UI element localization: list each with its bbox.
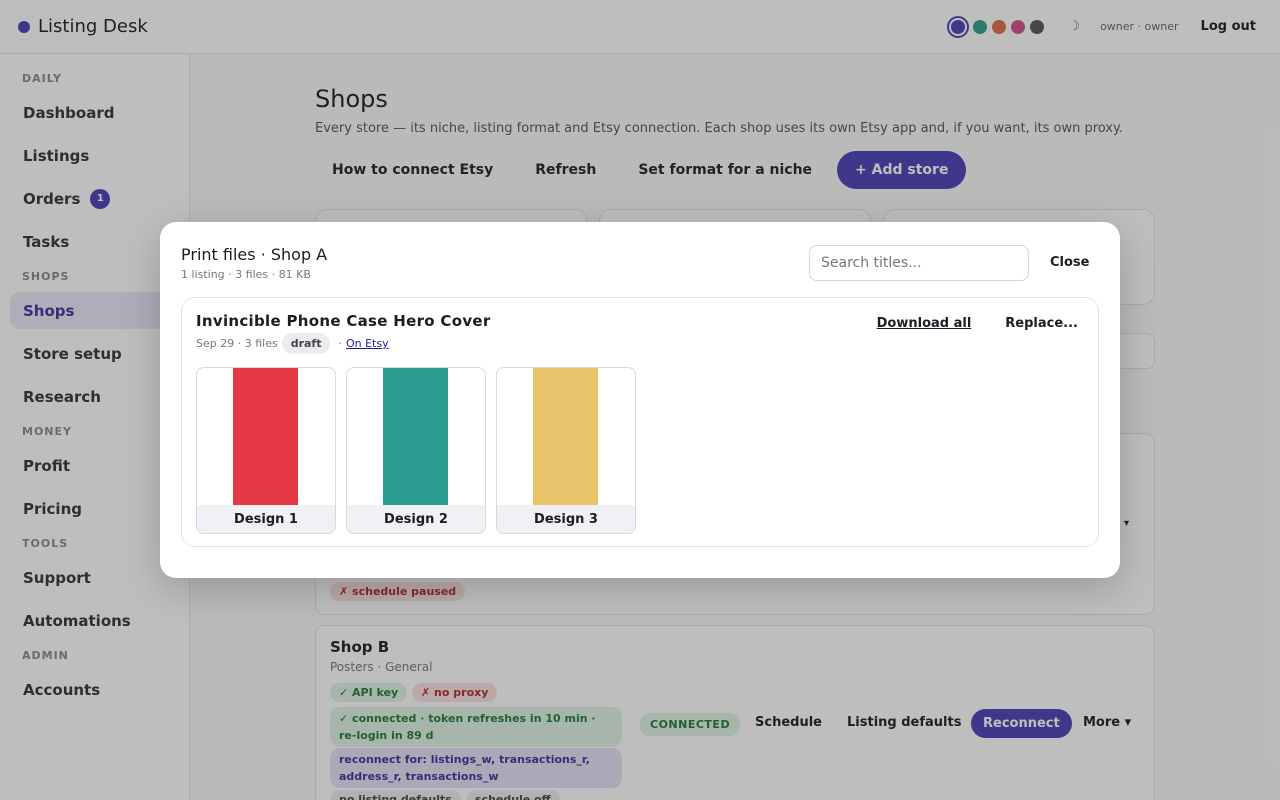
design-thumbnail[interactable]: Design 1 [196, 367, 336, 534]
design-thumbnail[interactable]: Design 3 [496, 367, 636, 534]
print-files-modal: Print files · Shop A 1 listing · 3 files… [160, 222, 1120, 578]
status-badge: draft [281, 333, 331, 354]
design-preview [233, 368, 298, 506]
listing-meta: Sep 29 · 3 files draft · On Etsy [196, 333, 389, 354]
design-thumbnail[interactable]: Design 2 [346, 367, 486, 534]
design-label: Design 1 [197, 505, 335, 533]
listing-card: Invincible Phone Case Hero Cover Sep 29 … [181, 297, 1099, 547]
design-label: Design 2 [347, 505, 485, 533]
design-preview [383, 368, 448, 506]
listing-actions: Download all Replace... [877, 316, 1078, 331]
meta-separator: · [338, 337, 342, 350]
design-preview [533, 368, 598, 506]
modal-subtitle: 1 listing · 3 files · 81 KB [181, 268, 311, 281]
close-button[interactable]: Close [1038, 252, 1101, 273]
modal-title: Print files · Shop A [181, 245, 328, 264]
on-etsy-link[interactable]: On Etsy [346, 337, 389, 350]
design-label: Design 3 [497, 505, 635, 533]
design-thumbnails: Design 1 Design 2 Design 3 [196, 367, 636, 534]
listing-date-files: Sep 29 · 3 files [196, 337, 278, 350]
listing-title: Invincible Phone Case Hero Cover [196, 312, 491, 330]
replace-button[interactable]: Replace... [1005, 316, 1078, 331]
download-all-button[interactable]: Download all [877, 316, 972, 331]
search-titles-input[interactable] [809, 245, 1029, 281]
